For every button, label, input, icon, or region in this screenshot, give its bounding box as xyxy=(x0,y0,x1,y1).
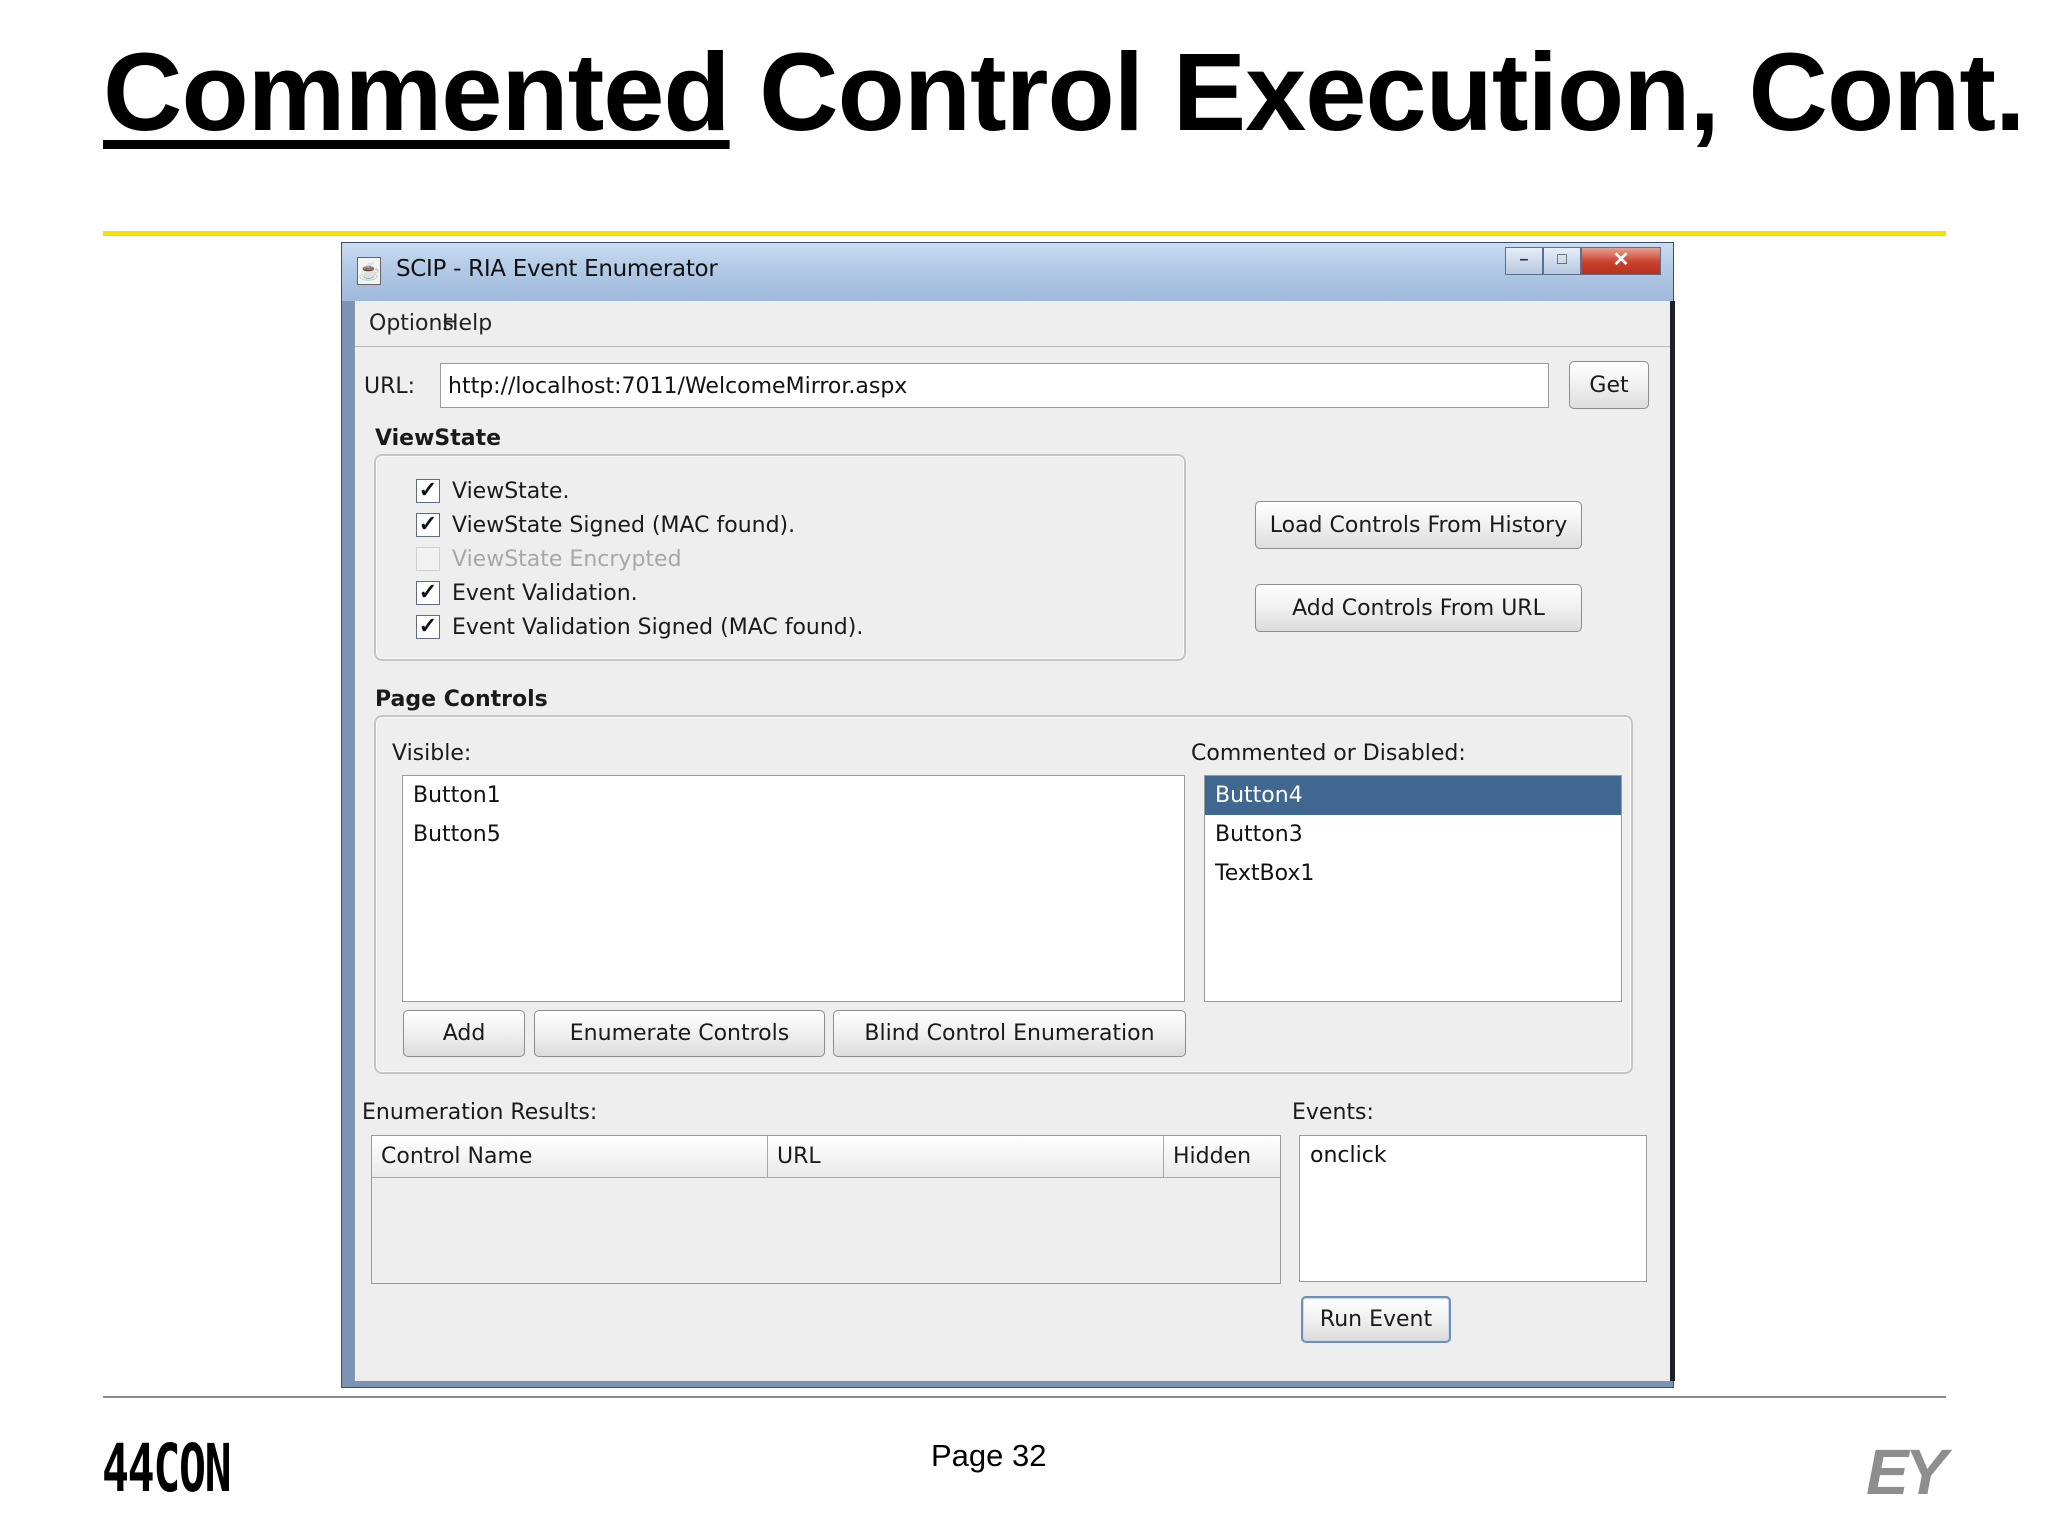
checkbox-label: ViewState Signed (MAC found). xyxy=(452,512,796,538)
visible-controls-list[interactable]: Button1 Button5 xyxy=(402,775,1185,1002)
events-label: Events: xyxy=(1292,1100,1374,1125)
list-item[interactable]: Button1 xyxy=(403,776,1184,815)
checkbox-label: ViewState. xyxy=(452,478,570,504)
checkbox-box xyxy=(416,547,440,571)
visible-label: Visible: xyxy=(392,741,472,766)
viewstate-heading: ViewState xyxy=(375,426,502,451)
enumeration-results-label: Enumeration Results: xyxy=(362,1100,598,1125)
44con-logo: 44CON xyxy=(102,1430,232,1507)
list-item-selected[interactable]: Button4 xyxy=(1205,776,1621,815)
app-window: ☕ SCIP - RIA Event Enumerator – □ ✕ Opti… xyxy=(341,242,1675,1388)
checkbox-viewstate-signed[interactable]: ✓ ViewState Signed (MAC found). xyxy=(416,512,795,538)
java-app-icon: ☕ xyxy=(357,257,381,285)
table-header: Control Name URL Hidden xyxy=(372,1136,1280,1178)
checkbox-box[interactable]: ✓ xyxy=(416,615,440,639)
list-item[interactable]: Button3 xyxy=(1205,815,1621,854)
checkbox-box[interactable]: ✓ xyxy=(416,581,440,605)
minimize-button[interactable]: – xyxy=(1505,247,1543,275)
checkbox-viewstate[interactable]: ✓ ViewState. xyxy=(416,478,569,504)
list-item[interactable]: Button5 xyxy=(403,815,1184,854)
slide-title-underlined: Commented xyxy=(103,31,731,154)
window-controls: – □ ✕ xyxy=(1505,247,1661,277)
list-item[interactable]: onclick xyxy=(1310,1143,1646,1168)
checkbox-label: ViewState Encrypted xyxy=(452,546,682,572)
checkbox-label: Event Validation. xyxy=(452,580,638,606)
column-control-name[interactable]: Control Name xyxy=(372,1136,768,1177)
enumerate-controls-button[interactable]: Enumerate Controls xyxy=(534,1010,825,1057)
checkbox-box[interactable]: ✓ xyxy=(416,479,440,503)
checkbox-event-validation[interactable]: ✓ Event Validation. xyxy=(416,580,638,606)
checkbox-viewstate-encrypted: ViewState Encrypted xyxy=(416,546,682,572)
page-number: Page 32 xyxy=(931,1438,1047,1473)
window-titlebar[interactable]: ☕ SCIP - RIA Event Enumerator – □ ✕ xyxy=(342,243,1673,301)
add-controls-url-button[interactable]: Add Controls From URL xyxy=(1255,584,1582,632)
add-button[interactable]: Add xyxy=(403,1010,525,1057)
slide-title: Commented Control Execution, Cont. xyxy=(103,38,2026,148)
commented-label: Commented or Disabled: xyxy=(1191,741,1466,766)
url-label: URL: xyxy=(364,374,416,399)
checkbox-box[interactable]: ✓ xyxy=(416,513,440,537)
get-button[interactable]: Get xyxy=(1569,361,1649,409)
ey-logo: EY xyxy=(1866,1436,1947,1508)
url-input[interactable]: http://localhost:7011/WelcomeMirror.aspx xyxy=(440,363,1549,408)
footer-divider xyxy=(103,1396,1946,1398)
window-client-area: Options Help URL: http://localhost:7011/… xyxy=(354,301,1675,1381)
load-controls-history-button[interactable]: Load Controls From History xyxy=(1255,501,1582,549)
menu-help[interactable]: Help xyxy=(442,313,492,335)
viewstate-group: ✓ ViewState. ✓ ViewState Signed (MAC fou… xyxy=(374,454,1186,661)
yellow-divider xyxy=(103,231,1946,236)
column-hidden[interactable]: Hidden xyxy=(1164,1136,1280,1177)
menu-bar: Options Help xyxy=(355,301,1670,347)
checkbox-event-validation-signed[interactable]: ✓ Event Validation Signed (MAC found). xyxy=(416,614,863,640)
commented-controls-list[interactable]: Button4 Button3 TextBox1 xyxy=(1204,775,1622,1002)
page-controls-heading: Page Controls xyxy=(375,687,548,712)
column-url[interactable]: URL xyxy=(768,1136,1164,1177)
slide-title-rest: Control Execution, Cont. xyxy=(729,31,2025,154)
enumeration-results-table[interactable]: Control Name URL Hidden xyxy=(371,1135,1281,1284)
run-event-button[interactable]: Run Event xyxy=(1301,1296,1451,1343)
events-list[interactable]: onclick xyxy=(1299,1135,1647,1282)
window-title: SCIP - RIA Event Enumerator xyxy=(396,256,718,282)
blind-enumeration-button[interactable]: Blind Control Enumeration xyxy=(833,1010,1186,1057)
maximize-button[interactable]: □ xyxy=(1543,247,1581,275)
close-button[interactable]: ✕ xyxy=(1581,247,1661,275)
checkbox-label: Event Validation Signed (MAC found). xyxy=(452,614,864,640)
list-item[interactable]: TextBox1 xyxy=(1205,854,1621,893)
